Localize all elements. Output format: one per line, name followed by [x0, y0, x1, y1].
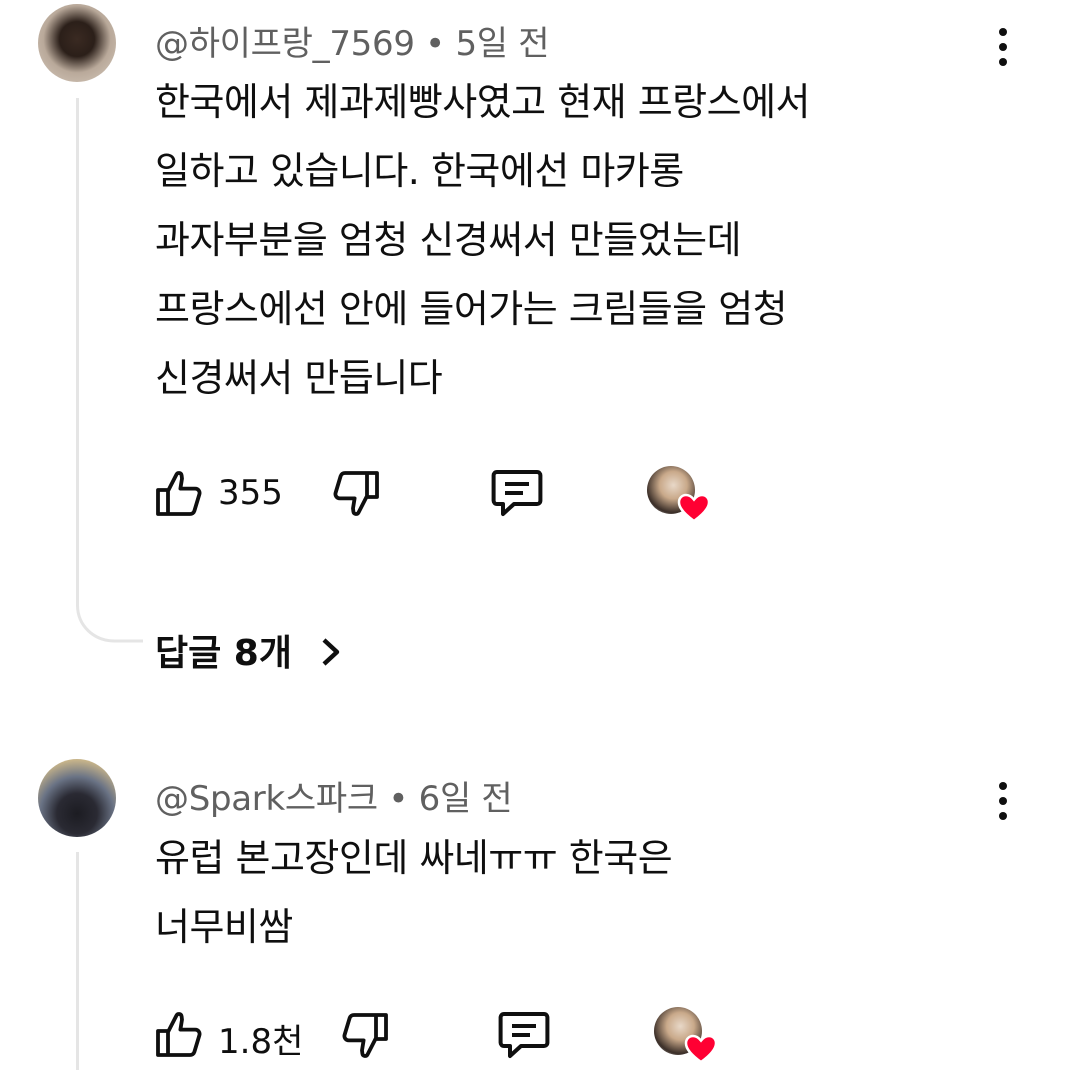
- comment-line: 한국에서 제과제빵사였고 현재 프랑스에서: [155, 80, 811, 124]
- chevron-right-icon: [322, 638, 339, 666]
- comment-time: 6일 전: [418, 779, 513, 819]
- comment-line: 일하고 있습니다. 한국에선 마카롱: [155, 149, 684, 193]
- replies-toggle[interactable]: 답글 8개: [155, 624, 343, 676]
- comment-line: 신경써서 만듭니다: [155, 356, 443, 400]
- thread-line: [76, 852, 79, 1070]
- comment-meta: @하이프랑_7569 • 5일 전: [155, 16, 550, 65]
- comment-line: 너무비쌈: [155, 905, 293, 949]
- comment-time: 5일 전: [455, 24, 550, 64]
- comment-line: 유럽 본고장인데 싸네ㅠㅠ 한국은: [155, 836, 673, 880]
- comment-line: 과자부분을 엄청 신경써서 만들었는데: [155, 218, 742, 262]
- like-button[interactable]: [153, 1006, 205, 1062]
- more-vertical-icon: [999, 28, 1007, 36]
- comment-meta: @Spark스파크 • 6일 전: [155, 771, 513, 820]
- reply-comment-icon: [498, 1012, 550, 1058]
- author-name[interactable]: @Spark스파크: [155, 779, 378, 819]
- more-vertical-icon: [999, 782, 1007, 790]
- dislike-button[interactable]: [330, 466, 382, 522]
- thread-line: [76, 98, 79, 590]
- like-count: 355: [218, 473, 283, 513]
- thumbs-up-icon: [156, 471, 202, 516]
- more-options-button[interactable]: [993, 28, 1013, 73]
- like-count: 1.8천: [218, 1022, 304, 1062]
- thumbs-up-icon: [156, 1012, 202, 1057]
- more-options-button[interactable]: [993, 782, 1013, 827]
- meta-separator: •: [425, 24, 445, 64]
- comment-text: 한국에서 제과제빵사였고 현재 프랑스에서 일하고 있습니다. 한국에선 마카롱…: [155, 68, 811, 413]
- creator-heart-badge: [654, 1007, 720, 1067]
- replies-label: 답글 8개: [155, 633, 292, 674]
- meta-separator: •: [388, 779, 409, 819]
- dislike-button[interactable]: [339, 1008, 391, 1064]
- thumbs-down-icon: [333, 471, 379, 516]
- reply-button[interactable]: [496, 1009, 552, 1061]
- reply-button[interactable]: [489, 467, 545, 519]
- avatar[interactable]: [38, 4, 116, 82]
- comment-line: 프랑스에선 안에 들어가는 크림들을 엄청: [155, 287, 788, 331]
- thread-curve: [76, 585, 143, 643]
- creator-heart-icon: [677, 493, 711, 523]
- comment-text: 유럽 본고장인데 싸네ㅠㅠ 한국은 너무비쌈: [155, 824, 673, 962]
- avatar[interactable]: [38, 759, 116, 837]
- reply-comment-icon: [491, 470, 543, 516]
- creator-heart-badge: [647, 466, 713, 526]
- creator-heart-icon: [684, 1034, 718, 1064]
- thumbs-down-icon: [342, 1013, 388, 1058]
- like-button[interactable]: [153, 465, 205, 521]
- author-name[interactable]: @하이프랑_7569: [155, 24, 415, 64]
